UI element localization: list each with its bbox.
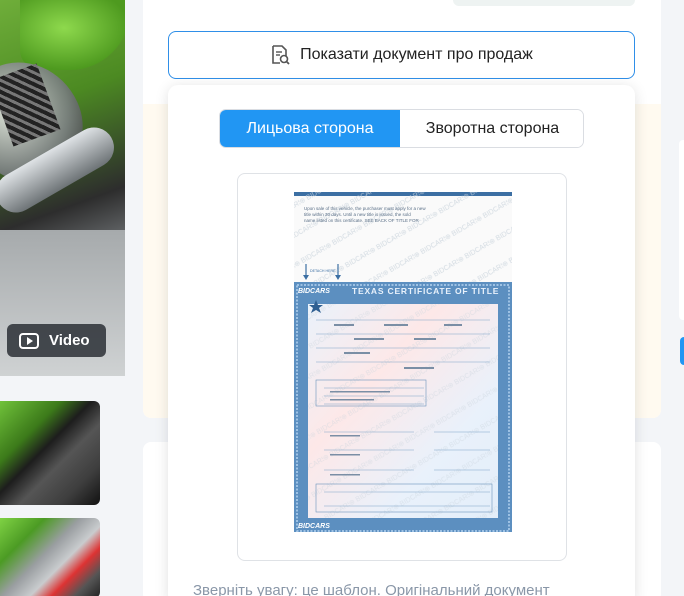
tab-front-side[interactable]: Лицьова сторона [220, 110, 400, 147]
doc-intro-line: title within 30 days. Until a new title … [304, 212, 411, 217]
play-icon [19, 332, 39, 349]
video-button[interactable]: Video [7, 324, 106, 357]
right-panel-edge [679, 140, 684, 320]
photo-detail [20, 0, 125, 70]
doc-intro-line: Upon sale of this vehicle, the purchaser… [304, 206, 426, 211]
template-notice: Зверніть увагу: це шаблон. Оригінальний … [193, 582, 550, 596]
document-side-tabs: Лицьова сторона Зворотна сторона [219, 109, 584, 148]
show-sale-document-button[interactable]: Показати документ про продаж [168, 31, 635, 79]
show-sale-document-label: Показати документ про продаж [300, 46, 533, 63]
bidcars-watermark-bottom: BIDCARS [298, 523, 330, 530]
top-pill [453, 0, 635, 6]
document-popover: Лицьова сторона Зворотна сторона ⊛ BIDCA… [168, 85, 635, 596]
document-search-icon [270, 44, 290, 66]
tab-back-side[interactable]: Зворотна сторона [400, 110, 583, 147]
gallery-thumbnail[interactable] [0, 518, 100, 596]
certificate-title: TEXAS CERTIFICATE OF TITLE [352, 286, 499, 296]
document-preview[interactable]: ⊛ BIDCARS Upon sale of this vehicle, the… [237, 173, 567, 561]
video-label: Video [49, 332, 90, 349]
main-car-photo[interactable] [0, 0, 125, 376]
detach-here-label: DETACH HERE [310, 269, 336, 273]
right-panel-accent [680, 337, 684, 365]
bidcars-watermark-top: BIDCARS [298, 288, 330, 295]
title-document-image: ⊛ BIDCARS Upon sale of this vehicle, the… [294, 192, 512, 534]
doc-intro-line: name listed on this certificate. SEE BAC… [304, 218, 419, 223]
gallery-thumbnail[interactable] [0, 401, 100, 505]
